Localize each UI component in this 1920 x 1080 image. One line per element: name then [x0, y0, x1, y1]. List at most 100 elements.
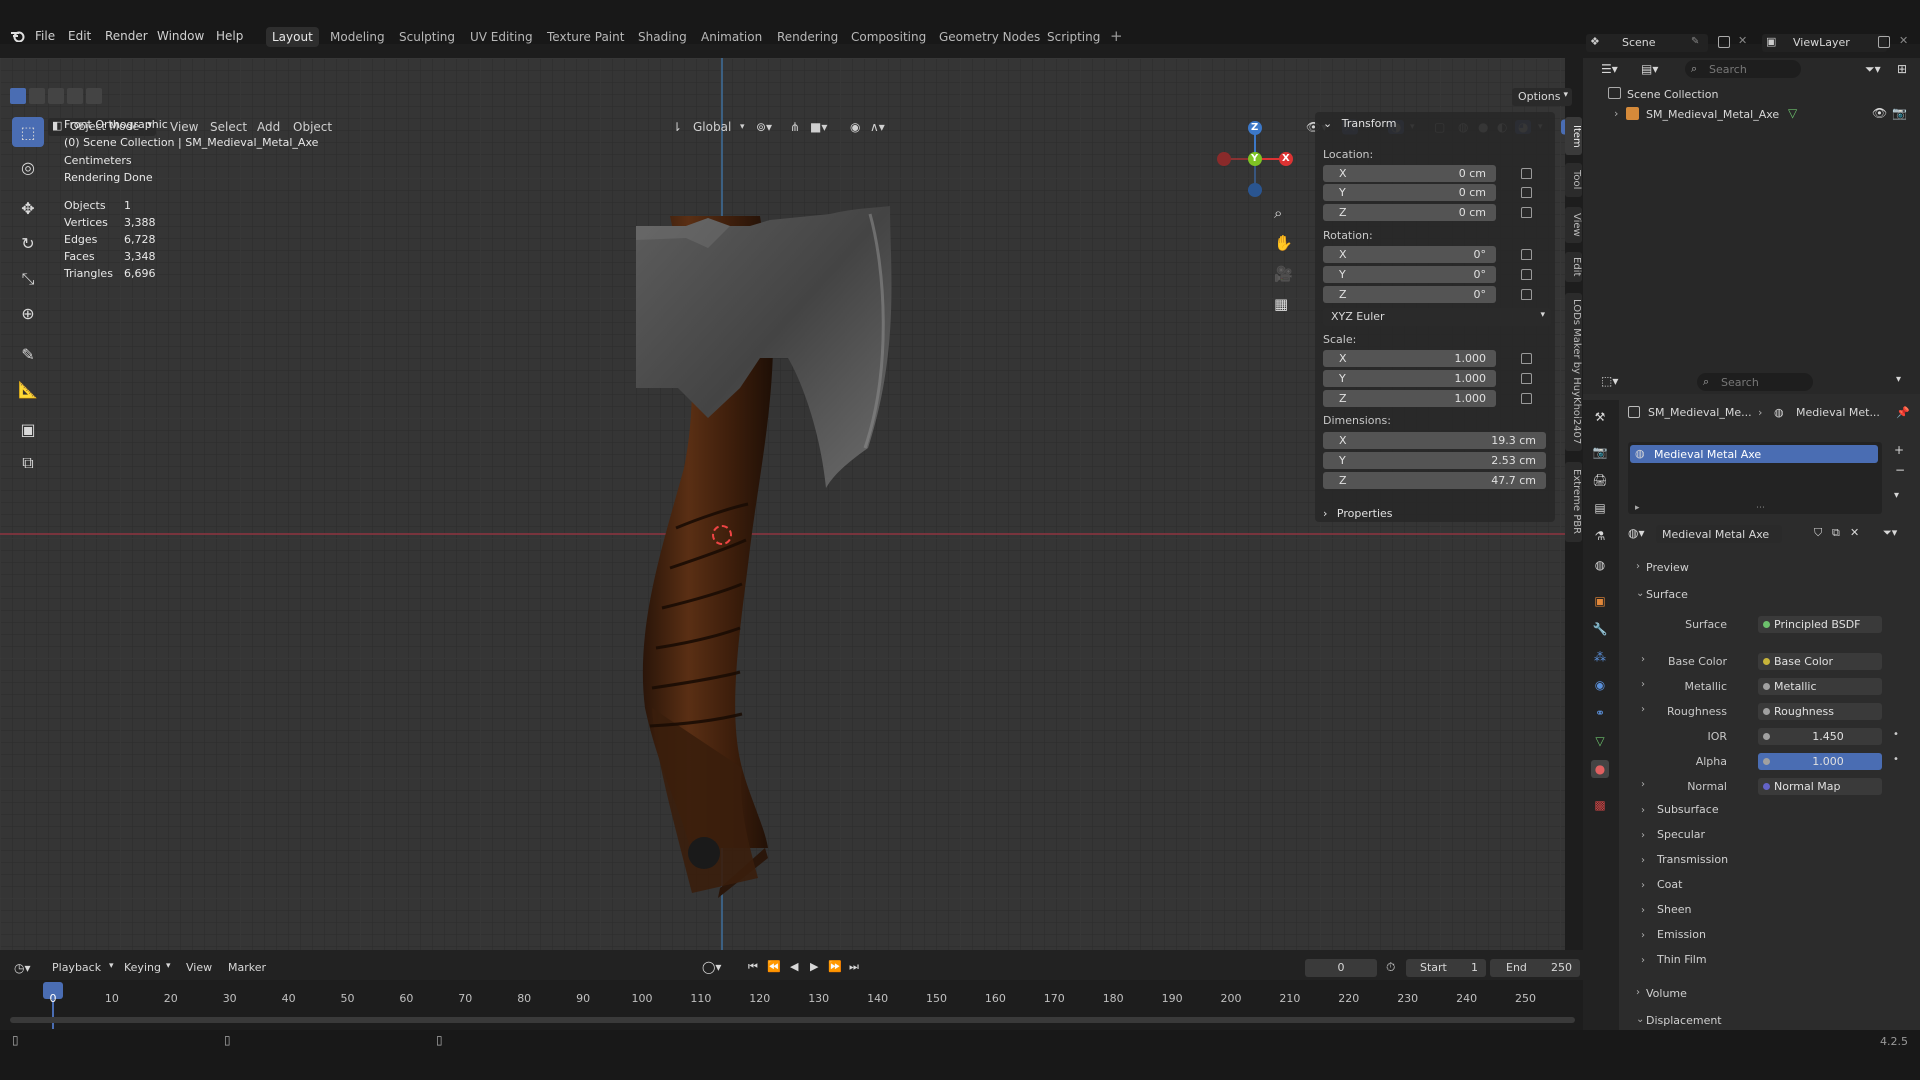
play-icon[interactable]: ▶ [810, 960, 818, 973]
duplicate-material-icon[interactable]: ⧉ [1832, 526, 1840, 540]
surface-panel-header[interactable]: ⌄ Surface [1636, 588, 1688, 601]
rotation-x-field[interactable]: X 0° [1323, 246, 1496, 263]
snap-target-icon[interactable]: ■▾ [810, 120, 827, 134]
displacement-panel-header[interactable]: ⌄ Displacement [1636, 1014, 1722, 1027]
rotation-mode-dropdown[interactable]: XYZ Euler ▾ [1323, 308, 1551, 326]
scene-selector[interactable]: ❖ Scene ✎ [1586, 34, 1708, 52]
menu-view[interactable]: View [170, 120, 198, 134]
modifier-properties-icon[interactable]: 🔧 [1591, 620, 1609, 638]
scale-y-field[interactable]: Y 1.000 [1323, 370, 1496, 387]
lock-icon[interactable] [1521, 249, 1532, 260]
lock-icon[interactable] [1521, 187, 1532, 198]
material-slot-row[interactable]: ◍ Medieval Metal Axe [1630, 445, 1878, 463]
axe-model[interactable] [600, 148, 1000, 948]
tab-uv-editing[interactable]: UV Editing [464, 27, 539, 47]
tab-texture-paint[interactable]: Texture Paint [541, 27, 630, 47]
tab-edit[interactable]: Edit [1565, 252, 1582, 282]
tab-rendering[interactable]: Rendering [771, 27, 844, 47]
rotation-y-field[interactable]: Y 0° [1323, 266, 1496, 283]
rotation-z-field[interactable]: Z 0° [1323, 286, 1496, 303]
slot-menu-icon[interactable]: ▾ [1894, 490, 1899, 501]
new-scene-icon[interactable] [1718, 36, 1730, 48]
proportional-editing-icon[interactable]: ◉ [850, 120, 860, 134]
select-subtract-icon[interactable] [48, 88, 64, 104]
menu-edit[interactable]: Edit [68, 29, 91, 43]
preview-range-icon[interactable]: ⏱ [1386, 960, 1395, 975]
location-y-field[interactable]: Y 0 cm [1323, 184, 1496, 201]
tab-compositing[interactable]: Compositing [845, 27, 932, 47]
output-properties-icon[interactable]: 🖨 [1591, 471, 1609, 489]
select-box-tool-icon[interactable]: ⬚ [12, 117, 44, 147]
menu-select[interactable]: Select [210, 120, 247, 134]
subsection-specular[interactable]: › Specular [1641, 828, 1705, 841]
jump-start-icon[interactable]: ⏮ [748, 960, 758, 974]
view-layer-properties-icon[interactable]: ▤ [1591, 499, 1609, 517]
menu-window[interactable]: Window [157, 29, 204, 43]
subsection-subsurface[interactable]: › Subsurface [1641, 803, 1719, 816]
subsection-emission[interactable]: › Emission [1641, 928, 1706, 941]
select-invert-icon[interactable] [67, 88, 83, 104]
expand-triangle-icon[interactable]: ▸ [1635, 503, 1640, 513]
location-x-field[interactable]: X 0 cm [1323, 165, 1496, 182]
tab-view[interactable]: View [1565, 207, 1582, 243]
material-properties-icon[interactable]: ● [1591, 760, 1609, 778]
tab-modeling[interactable]: Modeling [324, 27, 391, 47]
select-intersect-icon[interactable] [86, 88, 102, 104]
transform-header[interactable]: ⌄ Transform [1323, 117, 1396, 130]
dimension-x-field[interactable]: X 19.3 cm [1323, 432, 1546, 449]
visibility-eye-icon[interactable]: 👁 [1872, 106, 1887, 120]
scale-z-field[interactable]: Z 1.000 [1323, 390, 1496, 407]
physics-properties-icon[interactable]: ◉ [1591, 676, 1609, 694]
menu-playback[interactable]: Playback [52, 961, 101, 974]
preview-panel-header[interactable]: › Preview [1636, 561, 1689, 574]
snap-icon[interactable]: ⋔ [790, 120, 800, 134]
chevron-down-icon[interactable]: ▾ [1896, 374, 1901, 385]
browse-material-icon[interactable]: ◍▾ [1628, 526, 1645, 540]
menu-render[interactable]: Render [105, 29, 148, 43]
surface-shader-field[interactable]: Principled BSDF [1758, 616, 1882, 633]
close-view-layer-icon[interactable]: ✕ [1899, 34, 1908, 47]
new-view-layer-icon[interactable] [1878, 36, 1890, 48]
measure-tool-icon[interactable]: 📐 [12, 374, 44, 404]
location-z-field[interactable]: Z 0 cm [1323, 204, 1496, 221]
tab-lods-maker[interactable]: LODs Maker by HuyKhoi2407 [1565, 293, 1582, 451]
input-field-normal[interactable]: Normal Map [1758, 778, 1882, 795]
close-scene-icon[interactable]: ✕ [1738, 34, 1747, 47]
select-extend-icon[interactable] [29, 88, 45, 104]
ortho-grid-icon[interactable]: ▦ [1274, 295, 1288, 313]
pan-hand-icon[interactable]: ✋ [1274, 234, 1293, 252]
filter-icon[interactable]: ⏷▾ [1865, 62, 1881, 77]
fake-user-icon[interactable]: ⛉ [1814, 526, 1822, 540]
subsection-sheen[interactable]: › Sheen [1641, 903, 1691, 916]
keyframe-dot-icon[interactable]: • [1893, 729, 1899, 740]
blender-logo-icon[interactable] [10, 30, 26, 43]
tool-settings-icon[interactable]: ⚒ [1591, 408, 1609, 426]
dimension-z-field[interactable]: Z 47.7 cm [1323, 472, 1546, 489]
lock-icon[interactable] [1521, 168, 1532, 179]
scene-properties-icon[interactable]: ⚗ [1591, 527, 1609, 545]
lock-icon[interactable] [1521, 353, 1532, 364]
cursor-tool-icon[interactable]: ◎ [12, 152, 44, 182]
add-workspace-icon[interactable]: + [1110, 27, 1123, 45]
current-frame-field[interactable]: 0 [1305, 959, 1377, 977]
lock-icon[interactable] [1521, 373, 1532, 384]
outliner-editor-icon[interactable]: ☰▾ [1601, 62, 1618, 76]
tab-extreme-pbr[interactable]: Extreme PBR [1565, 462, 1582, 542]
render-camera-icon[interactable]: 📷 [1892, 106, 1907, 120]
input-field-base-color[interactable]: Base Color [1758, 653, 1882, 670]
keyframe-dot-icon[interactable]: • [1893, 754, 1899, 765]
prev-keyframe-icon[interactable]: ⏪ [767, 960, 781, 973]
subsection-thin-film[interactable]: › Thin Film [1641, 953, 1707, 966]
navigation-gizmo[interactable]: Z Y X [1215, 120, 1295, 200]
properties-search-input[interactable]: ⌕ Search [1697, 373, 1813, 391]
menu-file[interactable]: File [35, 29, 55, 43]
lock-icon[interactable] [1521, 289, 1532, 300]
next-keyframe-icon[interactable]: ⏩ [828, 960, 842, 973]
new-collection-icon[interactable]: ⊞ [1897, 62, 1907, 76]
auto-keying-icon[interactable]: ◯▾ [702, 960, 721, 974]
dimension-y-field[interactable]: Y 2.53 cm [1323, 452, 1546, 469]
lock-icon[interactable] [1521, 207, 1532, 218]
tab-sculpting[interactable]: Sculpting [393, 27, 461, 47]
scale-x-field[interactable]: X 1.000 [1323, 350, 1496, 367]
add-slot-icon[interactable]: + [1894, 443, 1904, 457]
